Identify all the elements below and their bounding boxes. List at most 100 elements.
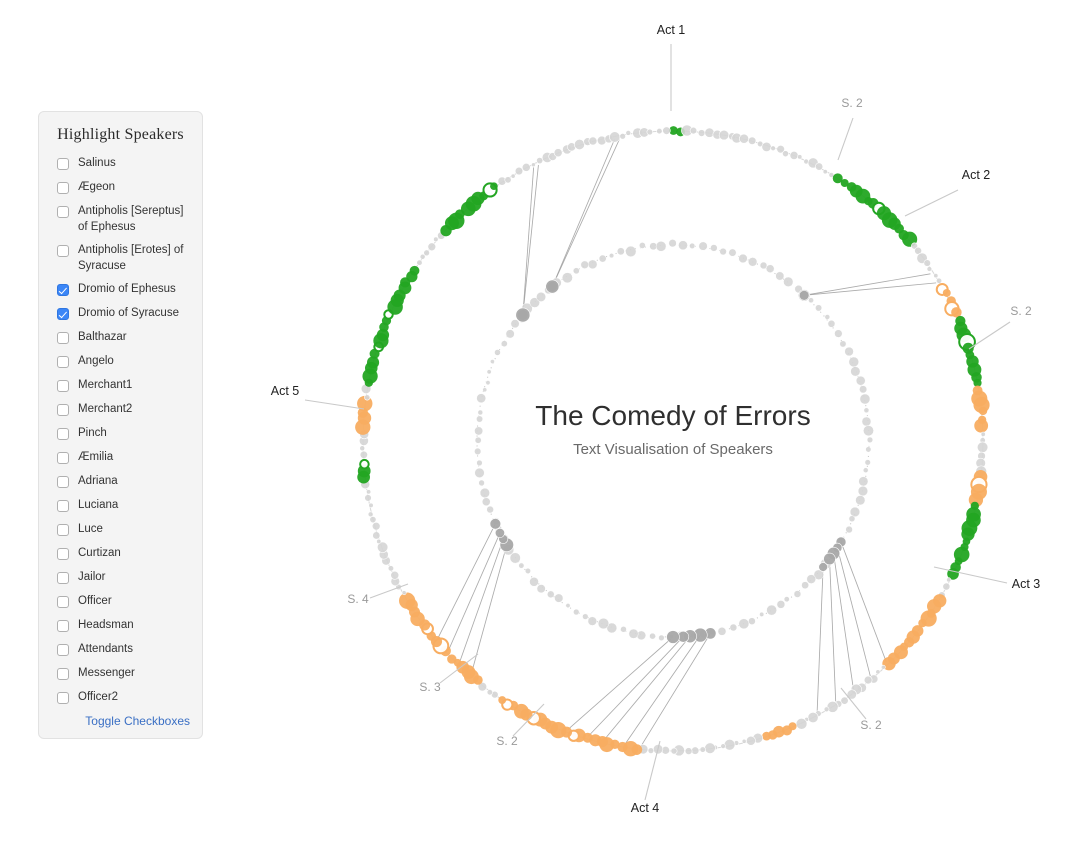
inner-node[interactable] [658, 634, 665, 641]
inner-node[interactable] [597, 617, 610, 630]
inner-node[interactable] [529, 577, 539, 587]
inner-node[interactable] [845, 525, 853, 534]
speech-node[interactable] [416, 259, 423, 266]
speech-node[interactable] [447, 654, 457, 664]
inner-node[interactable] [482, 387, 488, 393]
inner-node[interactable] [861, 416, 872, 427]
speech-node[interactable] [364, 494, 372, 502]
inner-node[interactable] [478, 479, 485, 487]
speech-node[interactable] [691, 746, 700, 755]
inner-node[interactable] [855, 375, 866, 386]
inner-node[interactable] [620, 626, 627, 633]
speech-node[interactable] [946, 577, 952, 583]
inner-node[interactable] [609, 253, 615, 259]
inner-node[interactable] [806, 574, 816, 584]
speech-node[interactable] [574, 139, 585, 150]
speech-node[interactable] [782, 150, 789, 158]
inner-node[interactable] [490, 359, 495, 364]
speech-node[interactable] [718, 129, 730, 141]
speech-node[interactable] [670, 747, 678, 755]
inner-node[interactable] [824, 314, 831, 320]
speech-node[interactable] [367, 511, 374, 518]
inner-node[interactable] [616, 247, 625, 256]
link-anchor-node[interactable] [489, 518, 502, 530]
inner-node[interactable] [738, 253, 748, 264]
link-anchor-node[interactable] [545, 279, 560, 294]
inner-node[interactable] [505, 329, 515, 339]
inner-node[interactable] [649, 632, 656, 640]
inner-node[interactable] [783, 276, 794, 287]
speech-node[interactable] [656, 127, 663, 135]
speech-node[interactable] [748, 136, 757, 145]
inner-node[interactable] [536, 291, 547, 302]
speech-node[interactable] [704, 742, 716, 754]
speech-node[interactable] [875, 669, 881, 675]
inner-node[interactable] [554, 593, 564, 603]
speech-node[interactable] [699, 746, 706, 753]
inner-node[interactable] [524, 567, 531, 574]
inner-node[interactable] [678, 240, 688, 251]
speech-node[interactable] [387, 565, 395, 572]
inner-node[interactable] [587, 616, 597, 626]
speech-node[interactable] [553, 148, 563, 158]
inner-node[interactable] [748, 617, 756, 625]
inner-node[interactable] [474, 436, 482, 444]
inner-node[interactable] [486, 369, 492, 375]
speech-node[interactable] [823, 706, 830, 713]
inner-node[interactable] [536, 584, 546, 594]
inner-node[interactable] [572, 267, 580, 275]
speech-node[interactable] [689, 126, 698, 135]
inner-node[interactable] [863, 425, 874, 437]
inner-node[interactable] [855, 495, 866, 506]
inner-node[interactable] [776, 600, 786, 609]
inner-node[interactable] [738, 618, 750, 630]
speech-node[interactable] [409, 265, 420, 276]
speech-node[interactable] [880, 664, 886, 670]
speech-node[interactable] [976, 441, 989, 453]
inner-node[interactable] [573, 608, 580, 616]
inner-node[interactable] [728, 248, 737, 257]
inner-node[interactable] [477, 409, 484, 416]
speech-node[interactable] [498, 696, 507, 704]
inner-node[interactable] [759, 261, 768, 270]
inner-node[interactable] [834, 329, 843, 338]
inner-node[interactable] [582, 613, 589, 620]
inner-node[interactable] [710, 244, 718, 252]
link-anchor-node[interactable] [798, 290, 810, 301]
speech-node[interactable] [619, 133, 626, 140]
inner-node[interactable] [476, 393, 487, 404]
inner-node[interactable] [598, 254, 607, 263]
speech-node[interactable] [514, 166, 524, 176]
inner-node[interactable] [729, 623, 738, 632]
inner-node[interactable] [486, 505, 494, 514]
speech-node[interactable] [371, 521, 381, 531]
inner-node[interactable] [849, 506, 861, 518]
inner-node[interactable] [639, 242, 646, 249]
speech-node[interactable] [486, 689, 493, 696]
link-anchor-node[interactable] [818, 562, 828, 572]
speech-node[interactable] [720, 743, 726, 749]
speech-node[interactable] [510, 173, 516, 179]
speech-node[interactable] [739, 133, 749, 144]
inner-node[interactable] [698, 241, 708, 251]
speech-node[interactable] [822, 169, 828, 175]
inner-node[interactable] [628, 628, 639, 639]
speech-node[interactable] [746, 735, 756, 746]
speech-node[interactable] [536, 157, 544, 165]
speech-node[interactable] [401, 590, 407, 596]
inner-node[interactable] [864, 459, 871, 466]
speech-node[interactable] [761, 141, 772, 152]
inner-node[interactable] [580, 260, 589, 269]
inner-node[interactable] [775, 271, 785, 281]
speech-node[interactable] [427, 242, 437, 252]
inner-node[interactable] [859, 393, 871, 405]
speech-node[interactable] [762, 731, 771, 741]
inner-node[interactable] [481, 497, 491, 507]
inner-node[interactable] [801, 581, 809, 590]
speech-node[interactable] [364, 394, 371, 401]
speech-node[interactable] [366, 489, 372, 495]
speech-node[interactable] [372, 531, 381, 540]
inner-node[interactable] [783, 596, 790, 603]
speech-node[interactable] [936, 277, 943, 284]
inner-node[interactable] [479, 487, 490, 498]
